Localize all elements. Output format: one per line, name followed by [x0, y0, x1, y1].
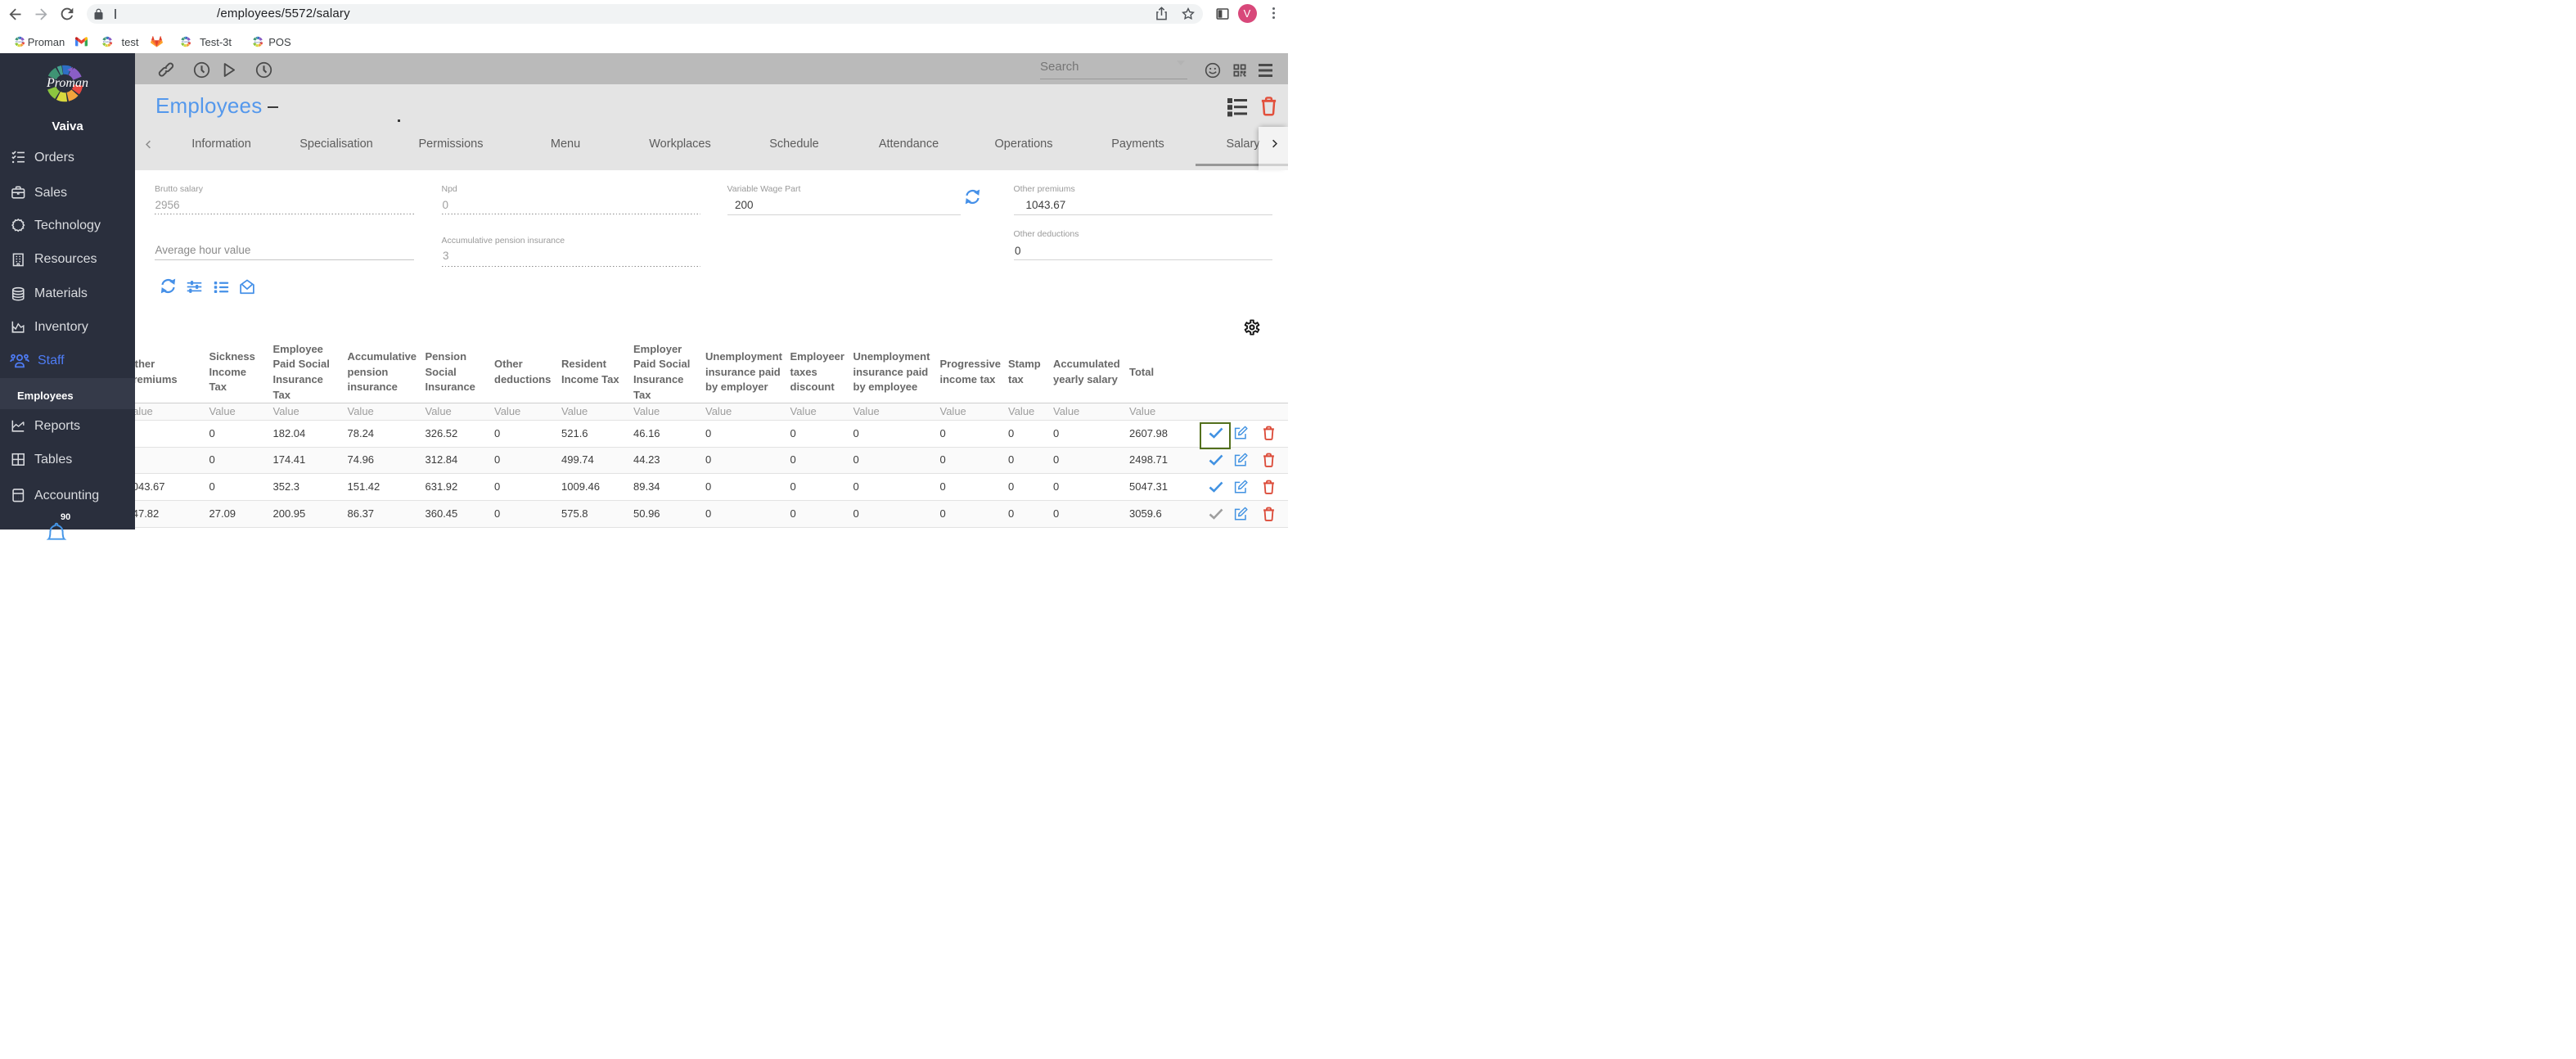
- svg-text:Proman: Proman: [181, 40, 191, 43]
- svg-text:Proman: Proman: [15, 40, 25, 43]
- svg-text:Proman: Proman: [102, 40, 112, 43]
- svg-text:Prochef: Prochef: [253, 40, 262, 43]
